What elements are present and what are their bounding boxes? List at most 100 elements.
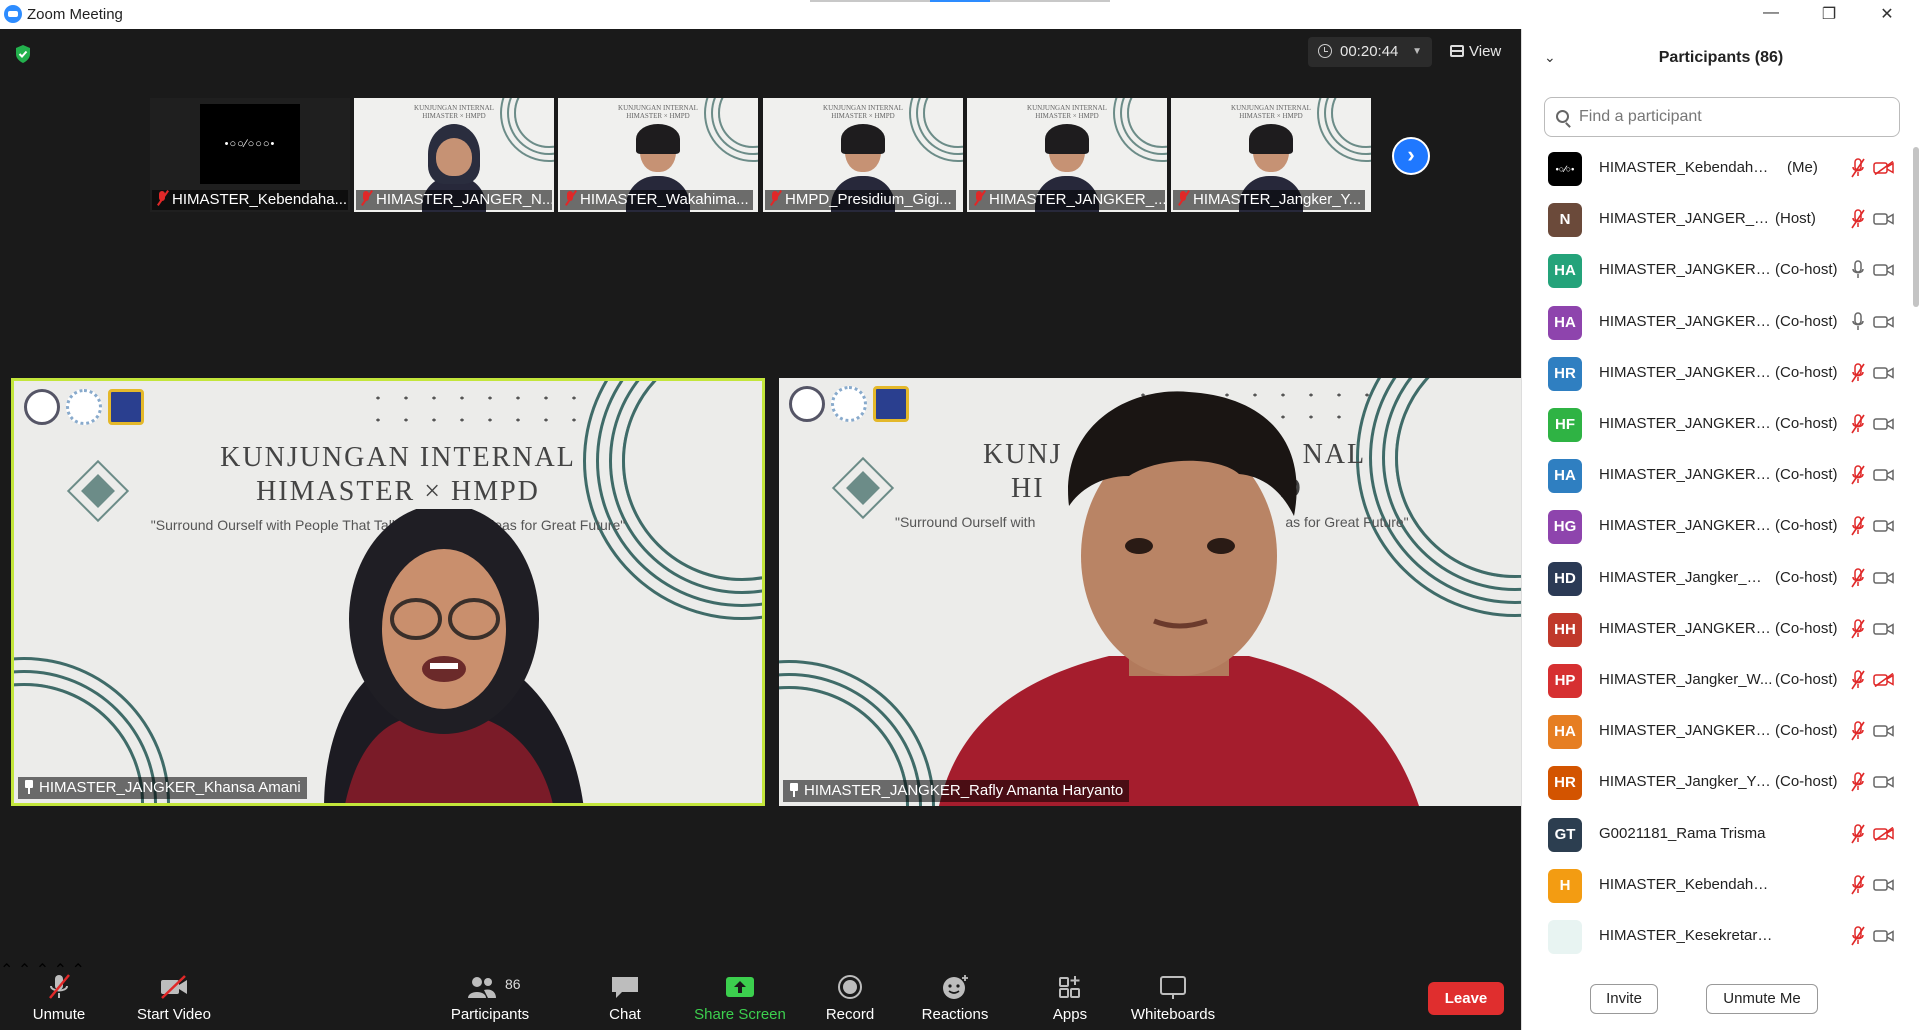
microphone-muted-icon [49, 974, 70, 999]
reactions-button[interactable]: Reactions [910, 960, 1000, 1030]
microphone-muted-icon[interactable] [1851, 465, 1865, 485]
participant-thumbnail[interactable]: KUNJUNGAN INTERNAL HIMASTER × HMPD HIMASTE… [558, 98, 758, 212]
video-camera-icon[interactable] [1873, 724, 1895, 738]
video-camera-icon[interactable] [1873, 366, 1895, 380]
video-camera-icon[interactable] [1873, 468, 1895, 482]
microphone-muted-icon[interactable] [1851, 158, 1865, 178]
start-video-button[interactable]: Start Video [124, 960, 224, 1030]
video-camera-off-icon[interactable] [1873, 161, 1895, 175]
apps-label: Apps [1052, 1006, 1088, 1023]
video-camera-icon[interactable] [1873, 878, 1895, 892]
participant-row[interactable]: •○∕○• HIMASTER_Kebendaharaan... (Me) [1522, 143, 1912, 194]
participant-row[interactable]: HA HIMASTER_JANGKER_... (Co-host) [1522, 706, 1912, 757]
video-camera-icon[interactable] [1873, 315, 1895, 329]
video-tile-active-speaker[interactable]: KUNJUNGAN INTERNAL HIMASTER × HMPD "Surro… [11, 378, 765, 806]
microphone-muted-icon[interactable] [1851, 414, 1865, 434]
participant-list-scrollbar[interactable] [1913, 147, 1919, 307]
participant-row[interactable]: HD HIMASTER_Jangker_M ... (Co-host) [1522, 553, 1912, 604]
participant-row[interactable]: HG HIMASTER_JANGKER_... (Co-host) [1522, 501, 1912, 552]
participant-row[interactable]: HIMASTER_Kesekretariatan_Fadh... [1522, 911, 1912, 962]
apps-button[interactable]: Apps [1035, 960, 1105, 1030]
microphone-muted-icon[interactable] [1851, 670, 1865, 690]
participant-row[interactable]: HH HIMASTER_JANGKER_... (Co-host) [1522, 604, 1912, 655]
participant-row[interactable]: GT G0021181_Rama Trisma [1522, 809, 1912, 860]
microphone-muted-icon [360, 191, 372, 206]
microphone-icon[interactable] [1851, 311, 1865, 332]
microphone-muted-icon[interactable] [1851, 721, 1865, 741]
record-button[interactable]: Record [815, 960, 885, 1030]
participant-row[interactable]: HF HIMASTER_JANGKER_J... (Co-host) [1522, 399, 1912, 450]
find-participant-input[interactable] [1544, 97, 1900, 137]
meeting-timer[interactable]: 00:20:44 ▼ [1308, 37, 1432, 67]
unmute-button[interactable]: Unmute [14, 960, 104, 1030]
participant-thumbnail[interactable]: KUNJUNGAN INTERNAL HIMASTER × HMPD HIMASTE… [354, 98, 554, 212]
participant-row[interactable]: HP HIMASTER_Jangker_W... (Co-host) [1522, 655, 1912, 706]
video-camera-icon[interactable] [1873, 263, 1895, 277]
unmute-me-button[interactable]: Unmute Me [1706, 984, 1818, 1014]
microphone-muted-icon[interactable] [1851, 516, 1865, 536]
thumbnail-slide-line: HIMASTER × HMPD [626, 112, 690, 120]
microphone-muted-icon[interactable] [1851, 772, 1865, 792]
tile-name-text: HIMASTER_JANGKER_Rafly Amanta Haryanto [804, 782, 1124, 799]
video-camera-icon[interactable] [1873, 417, 1895, 431]
video-camera-icon[interactable] [1873, 775, 1895, 789]
record-label: Record [825, 1006, 875, 1023]
participant-row[interactable]: N HIMASTER_JANGER_Nady...(Host) [1522, 194, 1912, 245]
invite-button[interactable]: Invite [1590, 984, 1658, 1014]
microphone-muted-icon[interactable] [1851, 363, 1865, 383]
video-camera-icon[interactable] [1873, 519, 1895, 533]
participant-role: (Co-host) [1775, 619, 1838, 637]
whiteboards-button[interactable]: Whiteboards [1118, 960, 1228, 1030]
participant-row[interactable]: HA HIMASTER_JANGKER_... (Co-host) [1522, 450, 1912, 501]
chat-button[interactable]: Chat [590, 960, 660, 1030]
avatar: HP [1548, 664, 1582, 698]
video-camera-off-icon[interactable] [1873, 673, 1895, 687]
thumbnail-slide-line: KUNJUNGAN INTERNAL [414, 104, 494, 112]
restore-icon[interactable]: ❐ [1814, 4, 1844, 24]
participant-thumbnail[interactable]: KUNJUNGAN INTERNAL HIMASTER × HMPD HMPD_Pr… [763, 98, 963, 212]
participant-thumbnail[interactable]: KUNJUNGAN INTERNAL HIMASTER × HMPD HIMASTE… [1171, 98, 1371, 212]
participant-role: (Me) [1787, 159, 1818, 176]
org-logo-icon [831, 386, 867, 422]
participant-row[interactable]: H HIMASTER_Kebendaharaan_Naila [1522, 860, 1912, 911]
participants-button[interactable]: 86 Participants [440, 960, 540, 1030]
microphone-muted-icon[interactable] [1851, 209, 1865, 229]
next-page-button[interactable]: › [1392, 137, 1430, 175]
video-camera-icon[interactable] [1873, 929, 1895, 943]
minimize-icon[interactable]: — [1756, 4, 1786, 24]
participant-row[interactable]: HR HIMASTER_JANGKER_... (Co-host) [1522, 348, 1912, 399]
participant-thumbnail[interactable]: •○○∕○○○• HIMASTER_Kebendaha... [150, 98, 350, 212]
microphone-muted-icon [973, 191, 985, 206]
microphone-muted-icon[interactable] [1851, 823, 1865, 844]
avatar: HA [1548, 254, 1582, 289]
avatar: •○∕○• [1548, 152, 1582, 186]
thumbnail-slide-line: HIMASTER × HMPD [1035, 112, 1099, 120]
thumbnail-name-text: HIMASTER_JANGER_N... [376, 191, 552, 208]
unmute-options-chevron-icon[interactable]: ⌃ [0, 962, 13, 979]
video-camera-icon[interactable] [1873, 212, 1895, 226]
video-camera-icon[interactable] [1873, 622, 1895, 636]
microphone-muted-icon[interactable] [1851, 567, 1865, 588]
share-screen-button[interactable]: Share Screen [690, 960, 790, 1030]
microphone-muted-icon [769, 191, 781, 206]
avatar: HA [1548, 715, 1582, 750]
view-button[interactable]: View [1442, 37, 1510, 67]
microphone-icon[interactable] [1851, 260, 1865, 280]
thumbnail-slide-line: HIMASTER × HMPD [1239, 112, 1303, 120]
record-icon [838, 975, 862, 999]
microphone-muted-icon[interactable] [1851, 875, 1865, 895]
participant-thumbnail[interactable]: KUNJUNGAN INTERNAL HIMASTER × HMPD HIMASTE… [967, 98, 1167, 212]
zoom-logo-icon [4, 5, 22, 23]
participant-row[interactable]: HA HIMASTER_JANGKER_... (Co-host) [1522, 297, 1912, 348]
video-camera-off-icon[interactable] [1873, 826, 1895, 841]
microphone-muted-icon[interactable] [1851, 619, 1865, 639]
video-tile[interactable]: KUNJNAL HID "Surround Ourself withas for… [779, 378, 1535, 806]
microphone-muted-icon[interactable] [1851, 926, 1865, 946]
encryption-shield-icon[interactable] [14, 44, 32, 64]
close-icon[interactable]: ✕ [1872, 4, 1902, 24]
thumbnail-slide-line: KUNJUNGAN INTERNAL [823, 104, 903, 112]
participant-row[interactable]: HR HIMASTER_Jangker_Yu... (Co-host) [1522, 757, 1912, 808]
video-camera-icon[interactable] [1873, 571, 1895, 585]
participant-row[interactable]: HA HIMASTER_JANGKER_... (Co-host) [1522, 245, 1912, 296]
leave-button[interactable]: Leave [1428, 982, 1504, 1015]
